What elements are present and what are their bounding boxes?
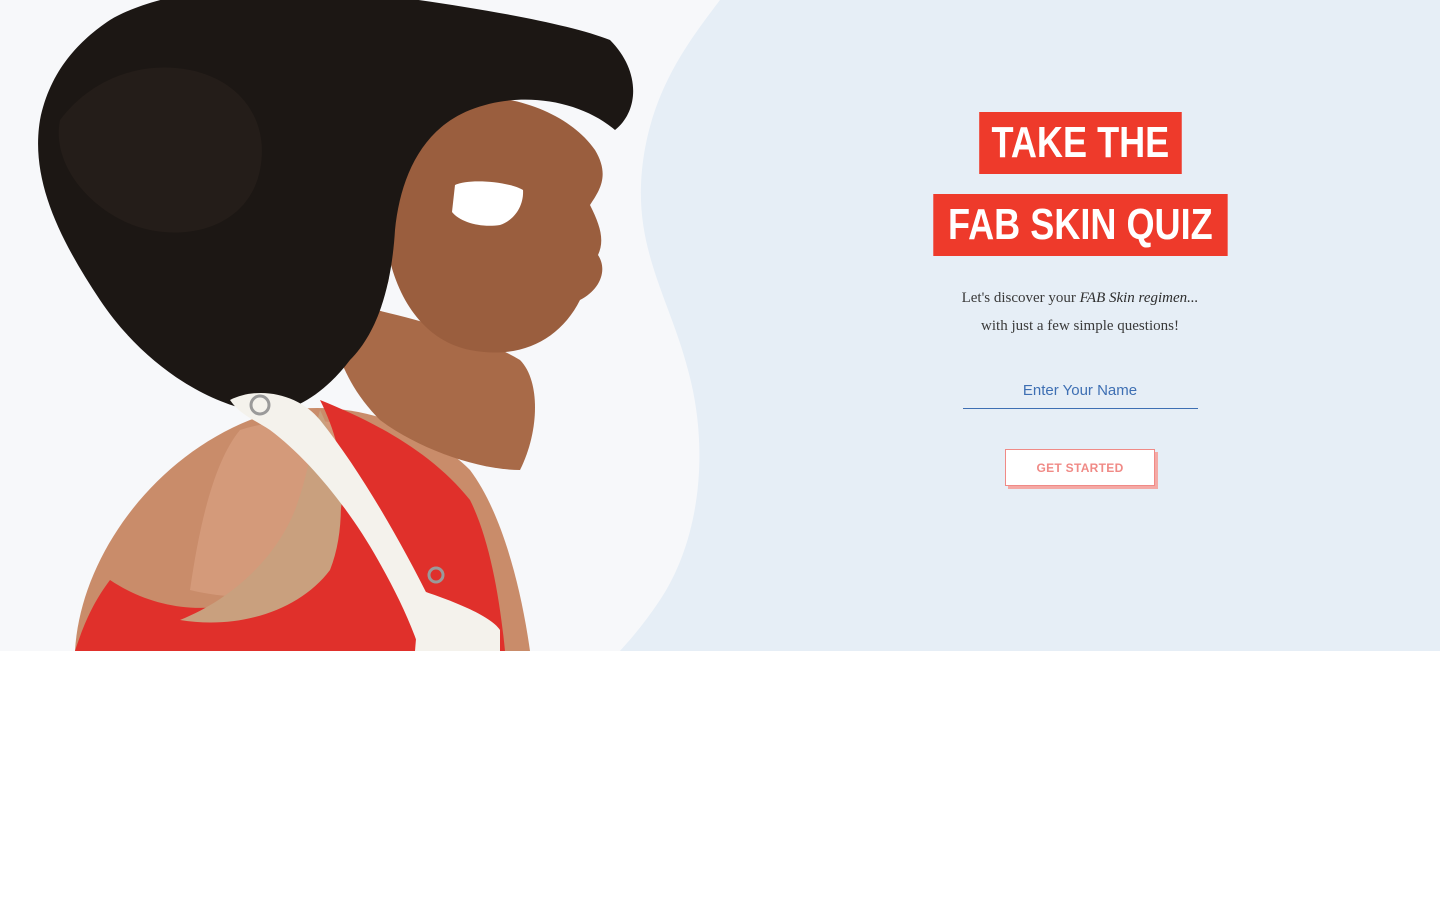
intro-prefix: Let's discover your: [961, 290, 1080, 306]
title-row-2: FAB SKIN QUIZ: [860, 184, 1300, 256]
intro-line-2: with just a few simple questions!: [981, 318, 1179, 334]
intro-line-1: Let's discover your FAB Skin regimen...: [860, 284, 1300, 312]
hero-section: TAKE THE FAB SKIN QUIZ Let's discover yo…: [0, 0, 1440, 651]
quiz-title-line-1: TAKE THE: [978, 112, 1182, 174]
hero-photo: [0, 0, 740, 651]
title-row-1: TAKE THE: [860, 112, 1300, 174]
get-started-button[interactable]: GET STARTED: [1005, 449, 1155, 486]
quiz-intro-text: Let's discover your FAB Skin regimen... …: [860, 284, 1300, 340]
name-input[interactable]: [962, 372, 1198, 409]
quiz-intro-panel: TAKE THE FAB SKIN QUIZ Let's discover yo…: [860, 112, 1300, 486]
intro-emphasis: FAB Skin regimen...: [1079, 290, 1199, 306]
quiz-title-line-2: FAB SKIN QUIZ: [932, 194, 1228, 256]
